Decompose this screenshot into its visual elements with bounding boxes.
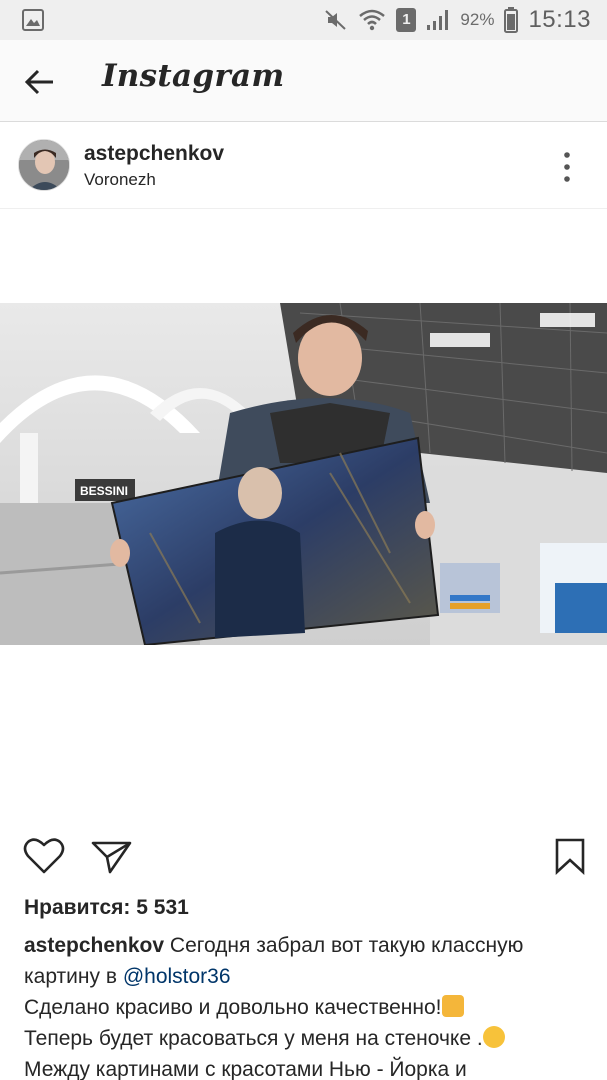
battery-icon xyxy=(504,7,519,33)
thumbs-up-emoji xyxy=(441,995,464,1017)
battery-percent: 92% xyxy=(460,10,495,29)
avatar[interactable] xyxy=(18,139,70,191)
mute-icon xyxy=(325,10,347,30)
caption-text-2: картину в xyxy=(24,965,117,988)
heart-icon[interactable] xyxy=(22,836,66,876)
caption-text-5: Между картинами с красотами Нью - Йорка … xyxy=(24,1058,467,1080)
caption-text-4: Теперь будет красоваться у меня на стено… xyxy=(24,1027,483,1050)
back-arrow-icon[interactable] xyxy=(22,64,58,100)
caption-line-5: Между картинами с красотами Нью - Йорка … xyxy=(24,1054,594,1080)
caption-line-4: Теперь будет красоваться у меня на стено… xyxy=(24,1023,594,1054)
likes-count[interactable]: Нравится: 5 531 xyxy=(24,896,189,920)
post-photo[interactable]: BESSINI xyxy=(0,303,607,645)
app-title-logo: Instagram xyxy=(102,58,285,94)
post-actions xyxy=(0,830,607,882)
clock: 15:13 xyxy=(528,6,591,33)
sim-icon: 1 xyxy=(396,8,417,32)
post-username[interactable]: astepchenkov xyxy=(84,142,224,166)
caption-line-1: astepchenkov Сегодня забрал вот такую кл… xyxy=(24,930,594,961)
caption-line-2: картину в @holstor36 xyxy=(24,961,594,992)
bookmark-icon[interactable] xyxy=(553,836,587,876)
status-bar: 1 92% 15:13 xyxy=(0,0,607,40)
more-vertical-icon[interactable] xyxy=(555,149,579,185)
post-location[interactable]: Voronezh xyxy=(84,170,156,190)
gallery-notification-icon xyxy=(22,9,44,31)
signal-icon xyxy=(427,10,449,30)
app-header: Instagram xyxy=(0,40,607,122)
caption-username[interactable]: astepchenkov xyxy=(24,934,164,957)
caption-text-1: Сегодня забрал вот такую классную xyxy=(169,934,524,957)
share-icon[interactable] xyxy=(90,836,134,876)
post-caption: astepchenkov Сегодня забрал вот такую кл… xyxy=(24,930,594,1080)
store-sign-text: BESSINI xyxy=(80,484,128,498)
post-header: astepchenkov Voronezh xyxy=(0,123,607,209)
caption-mention-link[interactable]: @holstor36 xyxy=(123,965,231,988)
caption-line-3: Сделано красиво и довольно качественно! xyxy=(24,992,594,1023)
sim-badge: 1 xyxy=(402,11,411,28)
caption-text-3: Сделано красиво и довольно качественно! xyxy=(24,996,442,1019)
wifi-icon xyxy=(359,9,386,31)
smiling-face-emoji xyxy=(482,1026,505,1048)
